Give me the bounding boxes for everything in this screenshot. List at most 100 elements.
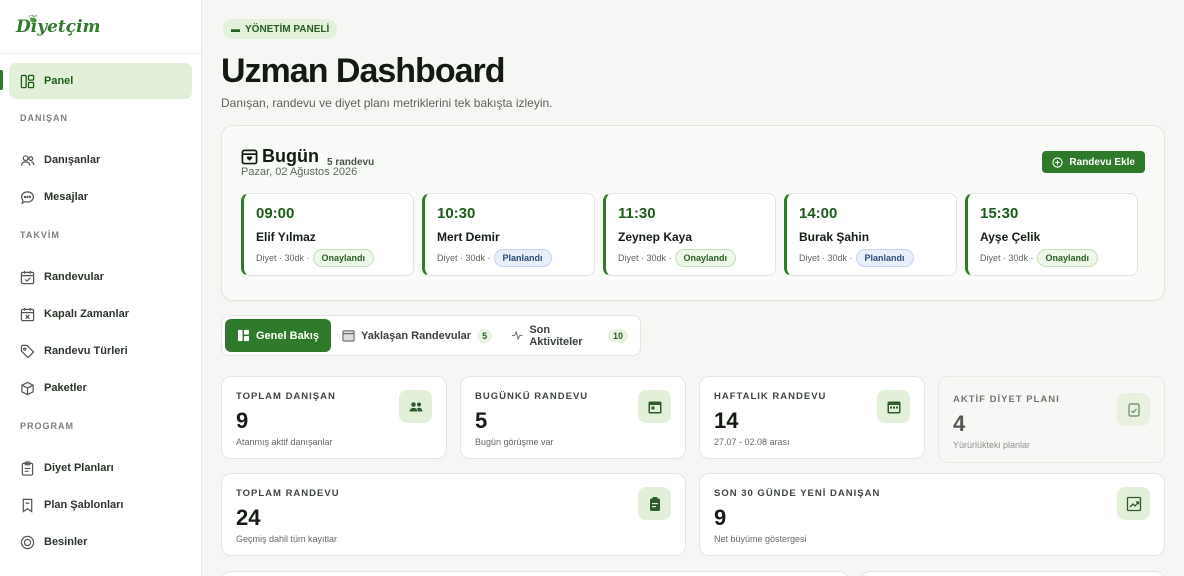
dashboard-tabs: Genel Bakış Yaklaşan Randevular 5 Son Ak… [221,315,641,356]
appointment-type: Diyet · 30dk · [799,253,853,263]
sidebar-item-mesajlar[interactable]: Mesajlar [9,179,192,215]
appointment-card[interactable]: 14:00 Burak Şahin Diyet · 30dk · Planlandı [784,193,957,276]
sidebar-item-label: Besinler [44,536,88,548]
appointment-meta: Diyet · 30dk · Planlandı [799,249,944,267]
chat-icon [19,189,35,205]
plus-circle-icon [1052,156,1064,168]
food-icon [19,534,35,550]
status-badge: Planlandı [855,249,914,267]
tab-yaklasan-randevular[interactable]: Yaklaşan Randevular 5 [330,319,504,352]
appointment-card[interactable]: 11:30 Zeynep Kaya Diyet · 30dk · Onaylandı [603,193,776,276]
appointment-type: Diyet · 30dk · [618,253,672,263]
tab-label: Yaklaşan Randevular [361,329,472,342]
today-card: Bugün 5 randevu Pazar, 02 Ağustos 2026 R… [221,125,1165,301]
sidebar-item-danisanlar[interactable]: Danışanlar [9,142,192,178]
tab-count-badge: 10 [607,328,628,343]
logo[interactable]: Diyetçim ❦ [0,0,201,54]
page-title: Uzman Dashboard [221,52,505,90]
appointment-client-name: Ayşe Çelik [980,230,1041,244]
status-badge: Planlandı [493,249,552,267]
sidebar-item-label: Kapalı Zamanlar [44,308,129,320]
layout-icon [19,73,35,89]
tag-icon [19,343,35,359]
today-date: Pazar, 02 Ağustos 2026 [241,166,358,178]
section-label-danisan: DANIŞAN [20,113,69,123]
today-title: Bugün [241,146,319,167]
sidebar-item-diyet-planlari[interactable]: Diyet Planları [9,450,192,486]
section-label-program: PROGRAM [20,421,74,431]
leaf-icon: ❦ [28,12,39,26]
calendar-today-icon [638,390,671,423]
appointment-card[interactable]: 09:00 Elif Yılmaz Diyet · 30dk · Onaylandı [241,193,414,276]
stat-note: Net büyüme göstergesi [714,534,807,544]
appointment-card[interactable]: 15:30 Ayşe Çelik Diyet · 30dk · Onaylandı [965,193,1138,276]
appointment-meta: Diyet · 30dk · Planlandı [437,249,582,267]
stat-note: Atanmış aktif danışanlar [236,437,333,447]
stat-card-active-plans[interactable]: AKTİF DİYET PLANI 4 Yürürlükteki planlar [938,376,1165,463]
stat-card-total-appointments[interactable]: TOPLAM RANDEVU 24 Geçmiş dahil tüm kayıt… [221,473,686,556]
package-icon [19,380,35,396]
stat-card-today-appointments[interactable]: BUGÜNKÜ RANDEVU 5 Bugün görüşme var [460,376,686,459]
appointment-time: 14:00 [799,205,838,222]
sidebar-item-label: Mesajlar [44,191,89,203]
tab-count-badge: 5 [477,328,493,343]
appointment-client-name: Burak Şahin [799,230,870,244]
tab-son-aktiviteler[interactable]: Son Aktiviteler 10 [499,319,640,352]
add-appointment-button[interactable]: Randevu Ekle [1042,151,1145,173]
bottom-card-right [860,571,1165,576]
appointment-meta: Diyet · 30dk · Onaylandı [980,249,1125,267]
sidebar-item-randevu-turleri[interactable]: Randevu Türleri [9,333,192,369]
sidebar: Diyetçim ❦ Panel DANIŞAN Danışanlar Mesa… [0,0,202,576]
appointment-time: 09:00 [256,205,295,222]
bookmark-icon [19,497,35,513]
active-indicator [0,70,3,90]
appointment-type: Diyet · 30dk · [437,253,491,263]
stat-card-total-clients[interactable]: TOPLAM DANIŞAN 9 Atanmış aktif danışanla… [221,376,447,459]
sidebar-item-paketler[interactable]: Paketler [9,370,192,406]
sidebar-item-plan-sablonlari[interactable]: Plan Şablonları [9,487,192,523]
stat-note: Geçmiş dahil tüm kayıtlar [236,534,338,544]
section-label-takvim: TAKVİM [20,230,60,240]
tab-label: Son Aktiviteler [529,323,583,348]
sidebar-item-label: Plan Şablonları [44,499,124,511]
calendar-week-icon [877,390,910,423]
stat-note: Yürürlükteki planlar [953,440,1031,450]
clipboard-icon [638,487,671,520]
today-header: Bugün 5 randevu [241,146,374,168]
calendar-check-icon [19,269,35,285]
calendar-heart-icon [241,149,258,165]
sidebar-item-besinler[interactable]: Besinler [9,524,192,560]
stat-value: 9 [714,505,727,530]
appointment-meta: Diyet · 30dk · Onaylandı [618,249,763,267]
appointment-client-name: Mert Demir [437,230,500,244]
sidebar-item-label: Randevu Türleri [44,345,128,357]
activity-icon [511,330,523,341]
stat-card-weekly-appointments[interactable]: HAFTALIK RANDEVU 14 27.07 - 02.08 arası [699,376,925,459]
checklist-icon [1117,393,1150,426]
trending-up-icon [1117,487,1150,520]
chip-label: YÖNETİM PANELİ [245,23,330,35]
stat-note: 27.07 - 02.08 arası [714,437,790,447]
stat-value: 24 [236,505,261,530]
today-title-text: Bugün [262,146,319,166]
page-subtitle: Danışan, randevu ve diyet planı metrikle… [221,96,553,110]
appointment-type: Diyet · 30dk · [256,253,310,263]
stat-label: SON 30 GÜNDE YENİ DANIŞAN [714,488,881,499]
appointment-client-name: Zeynep Kaya [618,230,693,244]
appointment-meta: Diyet · 30dk · Onaylandı [256,249,401,267]
appointment-card[interactable]: 10:30 Mert Demir Diyet · 30dk · Planlandı [422,193,595,276]
stat-card-new-clients[interactable]: SON 30 GÜNDE YENİ DANIŞAN 9 Net büyüme g… [699,473,1165,556]
stat-note: Bugün görüşme var [475,437,554,447]
stat-label: TOPLAM RANDEVU [236,488,340,499]
add-appointment-label: Randevu Ekle [1069,156,1135,168]
users-icon [19,152,35,168]
appointment-time: 15:30 [980,205,1019,222]
sidebar-item-panel[interactable]: Panel [9,63,192,99]
sidebar-item-randevular[interactable]: Randevular [9,259,192,295]
tab-genel-bakis[interactable]: Genel Bakış [225,319,331,352]
appointment-time: 11:30 [618,205,656,222]
tab-label: Genel Bakış [256,329,319,342]
calendar-x-icon [19,306,35,322]
sidebar-item-kapali-zamanlar[interactable]: Kapalı Zamanlar [9,296,192,332]
main-content: ▬ YÖNETİM PANELİ Uzman Dashboard Danışan… [202,0,1184,576]
